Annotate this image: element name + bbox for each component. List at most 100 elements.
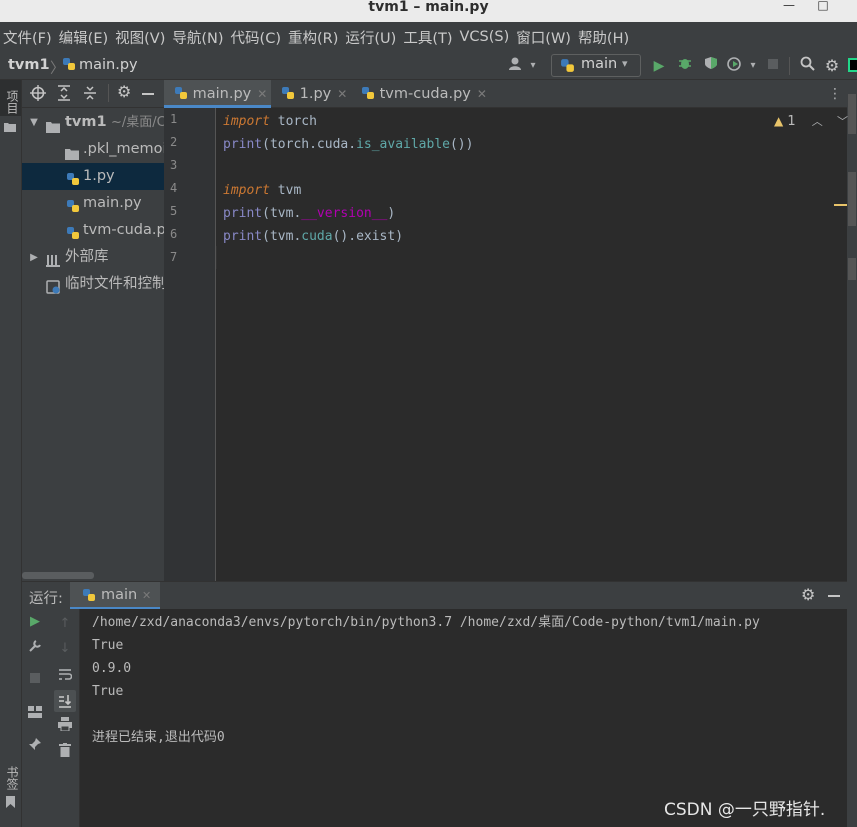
scroll-to-end-toggle[interactable] (54, 690, 76, 712)
tab-label: main.py (192, 86, 252, 102)
tree-external-libraries[interactable]: ▶ 外部库 (22, 244, 164, 271)
line-number: 2 (170, 135, 178, 149)
close-icon[interactable]: ✕ (142, 589, 151, 602)
tab-tvm-cuda-py[interactable]: tvm-cuda.py ✕ (351, 80, 491, 108)
tree-item[interactable]: 1.py (22, 163, 164, 190)
stop-icon[interactable] (764, 56, 782, 76)
project-tool-label: 项目 (5, 90, 19, 114)
code-line-4: import tvm (223, 183, 302, 198)
inspection-widget[interactable]: ▲ 1 ︿ ﹀ (774, 113, 848, 129)
line-number-gutter: 1 2 3 4 5 6 7 (164, 108, 216, 581)
tree-item[interactable]: main.py (22, 190, 164, 217)
soft-wrap-icon[interactable] (55, 667, 75, 687)
trash-icon[interactable] (55, 743, 75, 763)
tree-external-libraries-label: 外部库 (65, 249, 109, 265)
gear-icon[interactable]: ⚙ (117, 82, 131, 101)
python-file-icon (174, 82, 188, 110)
collapse-all-icon[interactable] (83, 85, 97, 105)
folder-icon (4, 120, 16, 136)
arrow-down-icon[interactable]: ↓ (55, 639, 75, 659)
database-tool-tab[interactable] (848, 94, 856, 134)
more-options-icon[interactable]: ⋮ (828, 84, 842, 104)
tree-scratches[interactable]: 临时文件和控制台 (22, 271, 164, 298)
warning-count: 1 (787, 114, 796, 129)
menu-tools[interactable]: 工具(T) (400, 27, 456, 48)
tree-root[interactable]: ▼ tvm1 ~/桌面/Code-python/tvm1 (22, 109, 164, 136)
chevron-down-icon[interactable]: ▾ (744, 56, 762, 76)
locate-icon[interactable] (30, 85, 46, 105)
tree-item[interactable]: tvm-cuda.py (22, 217, 164, 244)
bookmark-icon[interactable] (5, 796, 16, 812)
sciview-tool-tab[interactable] (848, 172, 856, 226)
coverage-icon[interactable] (702, 56, 720, 76)
profile-icon[interactable] (726, 56, 744, 76)
close-icon[interactable]: ✕ (337, 87, 347, 101)
chevron-down-icon[interactable]: ▾ (524, 56, 542, 76)
chevron-right-icon[interactable]: ▶ (26, 244, 42, 271)
debug-icon[interactable] (676, 56, 694, 76)
tab-main-py[interactable]: main.py ✕ (164, 80, 271, 108)
close-icon[interactable]: ✕ (477, 87, 487, 101)
toolbar-divider (108, 84, 109, 102)
gear-icon[interactable]: ⚙ (823, 56, 841, 76)
pin-icon[interactable] (25, 737, 45, 757)
hide-icon[interactable] (142, 93, 154, 95)
menu-window[interactable]: 窗口(W) (513, 27, 575, 48)
bookmarks-tool-label[interactable]: 书签 (4, 766, 21, 790)
menu-bar: 文件(F) 编辑(E) 视图(V) 导航(N) 代码(C) 重构(R) 运行(U… (0, 22, 857, 52)
project-toolbar: ⚙ (22, 80, 164, 108)
toolbar-divider (789, 57, 790, 75)
menu-file[interactable]: 文件(F) (0, 27, 56, 48)
project-tool-tab[interactable]: 项目 (0, 80, 21, 116)
menu-navigate[interactable]: 导航(N) (169, 27, 227, 48)
print-icon[interactable] (55, 717, 75, 737)
gear-icon[interactable]: ⚙ (801, 585, 815, 604)
left-tool-strip: 项目 书签 (0, 80, 22, 827)
chevron-down-icon[interactable]: ▼ (26, 109, 42, 136)
hide-icon[interactable] (828, 595, 840, 597)
breadcrumb-project[interactable]: tvm1 (8, 57, 50, 73)
user-icon[interactable] (507, 56, 525, 76)
run-icon[interactable]: ▶ (650, 56, 668, 76)
chevron-down-icon[interactable]: ﹀ (837, 115, 848, 128)
line-number: 7 (170, 250, 178, 264)
tab-1-py[interactable]: 1.py ✕ (271, 80, 351, 108)
scratches-icon (45, 277, 61, 294)
menu-edit[interactable]: 编辑(E) (56, 27, 112, 48)
breadcrumb-file[interactable]: main.py (79, 57, 138, 73)
line-number: 5 (170, 204, 178, 218)
menu-run[interactable]: 运行(U) (342, 27, 400, 48)
wrench-icon[interactable] (25, 639, 45, 659)
menu-help[interactable]: 帮助(H) (575, 27, 633, 48)
menu-view[interactable]: 视图(V) (112, 27, 169, 48)
maximize-button[interactable]: □ (806, 0, 840, 16)
tree-item-label: 1.py (83, 168, 115, 184)
notifications-tool-tab[interactable] (848, 258, 856, 280)
arrow-up-icon[interactable]: ↑ (55, 614, 75, 634)
layout-icon[interactable] (25, 705, 45, 725)
watermark: CSDN @一只野指针. (664, 800, 826, 820)
code-editor[interactable]: import torch print(torch.cuda.is_availab… (217, 108, 847, 581)
stop-icon[interactable] (25, 671, 45, 691)
tab-label: 1.py (299, 86, 332, 102)
menu-code[interactable]: 代码(C) (228, 27, 285, 48)
warning-stripe-marker[interactable] (834, 204, 847, 206)
title-bar: tvm1 – main.py — □ (0, 0, 857, 22)
close-icon[interactable]: ✕ (257, 87, 267, 101)
ide-logo-icon[interactable] (848, 56, 857, 76)
menu-refactor[interactable]: 重构(R) (285, 27, 342, 48)
chevron-up-icon[interactable]: ︿ (812, 115, 823, 128)
rerun-icon[interactable]: ▶ (25, 612, 45, 632)
code-line-2: print(torch.cuda.is_available()) (223, 137, 474, 152)
horizontal-scrollbar[interactable] (22, 572, 94, 579)
tree-root-path: ~/桌面/Code-python/tvm1 (111, 115, 164, 130)
tree-root-label: tvm1 (65, 114, 107, 130)
run-tab-main[interactable]: main ✕ (70, 582, 160, 610)
expand-all-icon[interactable] (57, 85, 71, 105)
menu-vcs[interactable]: VCS(S) (457, 29, 514, 45)
run-configuration-select[interactable]: main ▾ (551, 54, 641, 77)
minimize-button[interactable]: — (772, 0, 806, 16)
search-icon[interactable] (798, 56, 816, 76)
tree-item[interactable]: .pkl_memoize_py3 (22, 136, 164, 163)
code-line-5: print(tvm.__version__) (223, 206, 396, 221)
